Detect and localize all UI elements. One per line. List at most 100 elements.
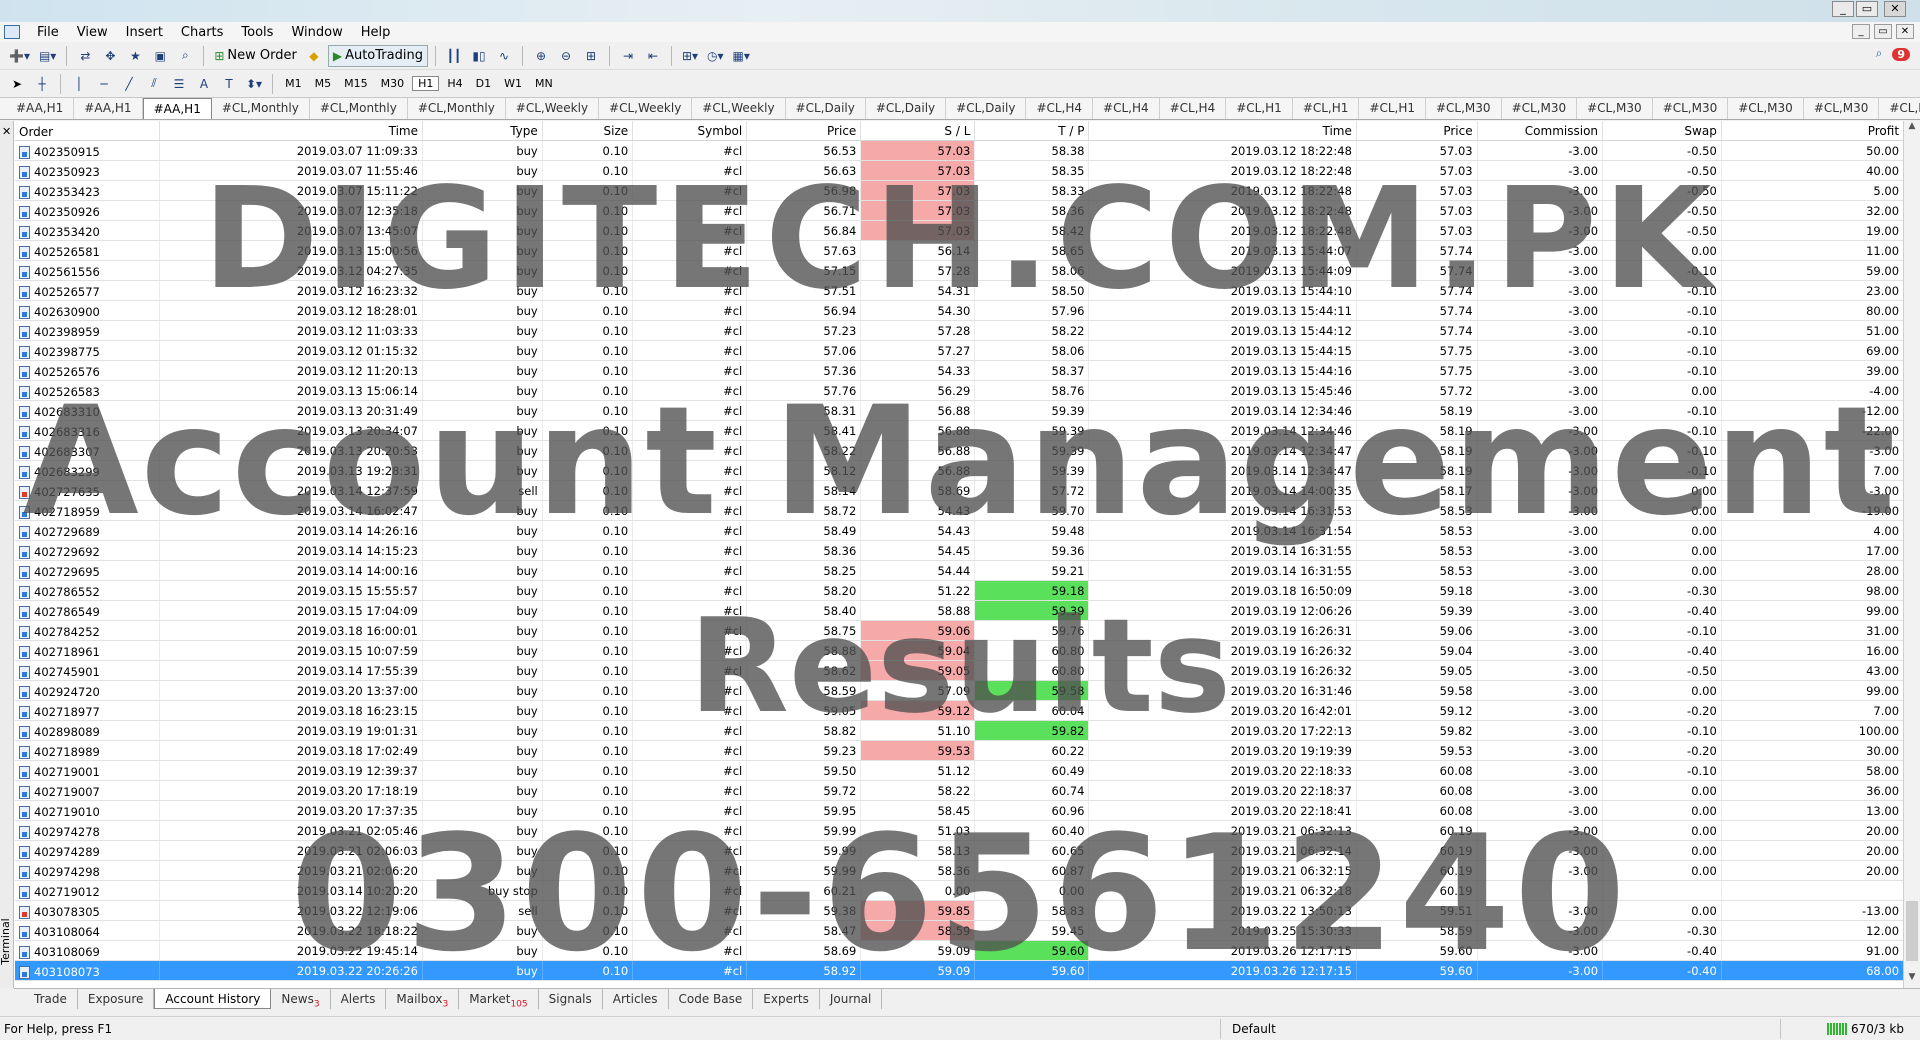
table-row[interactable]: 402561556 2019.03.12 04:27:35 buy 0.10 #cl 57… xyxy=(15,261,1903,281)
line-chart-icon[interactable]: ∿ xyxy=(493,45,515,67)
fibonacci-icon[interactable]: ☰ xyxy=(168,73,190,95)
table-row[interactable]: 402398775 2019.03.12 01:15:32 buy 0.10 #cl 57… xyxy=(15,341,1903,361)
terminal-tab[interactable]: Experts xyxy=(753,989,820,1009)
chart-tab[interactable]: #CL,Monthly xyxy=(310,98,408,119)
new-order-button[interactable]: ⊞ New Order xyxy=(211,45,300,67)
table-row[interactable]: 402974298 2019.03.21 02:06:20 buy 0.10 #cl 59… xyxy=(15,861,1903,881)
table-row[interactable]: 402526581 2019.03.13 15:00:56 buy 0.10 #cl 57… xyxy=(15,241,1903,261)
restore-window-button[interactable]: ▭ xyxy=(1856,1,1878,17)
chart-tab[interactable]: #AA,H1 xyxy=(142,98,212,119)
chart-tab[interactable]: #CL,Monthly xyxy=(408,98,506,119)
close-terminal-icon[interactable]: ✕ xyxy=(2,125,11,138)
table-row[interactable]: 402718961 2019.03.15 10:07:59 buy 0.10 #cl 58… xyxy=(15,641,1903,661)
timeframe-w1[interactable]: W1 xyxy=(499,77,527,90)
table-row[interactable]: 402784252 2019.03.18 16:00:01 buy 0.10 #cl 58… xyxy=(15,621,1903,641)
timeframe-h1[interactable]: H1 xyxy=(412,76,440,91)
periods-icon[interactable]: ◷▾ xyxy=(704,45,727,67)
minimize-window-button[interactable]: _ xyxy=(1832,1,1854,17)
chart-tab[interactable]: #CL,Daily xyxy=(786,98,866,119)
timeframe-h4[interactable]: H4 xyxy=(442,77,467,90)
table-row[interactable]: 402630900 2019.03.12 18:28:01 buy 0.10 #cl 56… xyxy=(15,301,1903,321)
chart-tab[interactable]: #CL,M30 xyxy=(1502,98,1578,119)
table-row[interactable]: 402729692 2019.03.14 14:15:23 buy 0.10 #cl 58… xyxy=(15,541,1903,561)
column-header[interactable]: Type xyxy=(423,121,543,140)
timeframe-m1[interactable]: M1 xyxy=(280,77,307,90)
menu-help[interactable]: Help xyxy=(352,25,400,40)
chart-tab[interactable]: #CL,H1 xyxy=(1226,98,1293,119)
scroll-thumb[interactable] xyxy=(1906,901,1918,961)
table-row[interactable]: 402974289 2019.03.21 02:06:03 buy 0.10 #cl 59… xyxy=(15,841,1903,861)
indicators-icon[interactable]: ⊞▾ xyxy=(679,45,701,67)
column-header[interactable]: Time xyxy=(160,121,423,140)
metaeditor-icon[interactable]: ◆ xyxy=(303,45,325,67)
chart-tab[interactable]: #CL,Weekly xyxy=(599,98,693,119)
terminal-tab[interactable]: News3 xyxy=(271,989,331,1009)
zoom-in-icon[interactable]: ⊕ xyxy=(530,45,552,67)
table-row[interactable]: 402719010 2019.03.20 17:37:35 buy 0.10 #cl 59… xyxy=(15,801,1903,821)
menu-window[interactable]: Window xyxy=(282,25,351,40)
vertical-line-icon[interactable]: │ xyxy=(68,73,90,95)
timeframe-mn[interactable]: MN xyxy=(530,77,558,90)
table-row[interactable]: 402924720 2019.03.20 13:37:00 buy 0.10 #cl 58… xyxy=(15,681,1903,701)
bar-chart-icon[interactable]: ┃┃ xyxy=(443,45,465,67)
terminal-tab[interactable]: Mailbox3 xyxy=(386,989,460,1009)
cursor-icon[interactable]: ➤ xyxy=(6,73,28,95)
table-row[interactable]: 402683299 2019.03.13 19:28:31 buy 0.10 #cl 58… xyxy=(15,461,1903,481)
chart-tab[interactable]: #CL,H4 xyxy=(1160,98,1227,119)
column-header[interactable]: S / L xyxy=(861,121,976,140)
text-label-icon[interactable]: T xyxy=(218,73,240,95)
chart-tab[interactable]: #CL,M15 xyxy=(1879,98,1920,119)
terminal-tab[interactable]: Signals xyxy=(539,989,603,1009)
chart-tab[interactable]: #CL,Monthly xyxy=(212,98,310,119)
column-header[interactable]: Size xyxy=(543,121,634,140)
column-header[interactable]: Price xyxy=(747,121,862,140)
table-row[interactable]: 402353420 2019.03.07 13:45:07 buy 0.10 #cl 56… xyxy=(15,221,1903,241)
market-watch-icon[interactable]: ⇄ xyxy=(74,45,96,67)
zoom-out-icon[interactable]: ⊖ xyxy=(555,45,577,67)
table-row[interactable]: 402718989 2019.03.18 17:02:49 buy 0.10 #cl 59… xyxy=(15,741,1903,761)
table-row[interactable]: 403108064 2019.03.22 18:18:22 buy 0.10 #cl 58… xyxy=(15,921,1903,941)
menu-view[interactable]: View xyxy=(68,25,117,40)
chart-tab[interactable]: #CL,M30 xyxy=(1804,98,1880,119)
tile-windows-icon[interactable]: ⊞ xyxy=(580,45,602,67)
timeframe-m15[interactable]: M15 xyxy=(339,77,373,90)
column-header[interactable]: Time xyxy=(1089,121,1357,140)
chart-tab[interactable]: #CL,H1 xyxy=(1359,98,1426,119)
notifications-icon[interactable]: 9 xyxy=(1892,47,1910,61)
table-row[interactable]: 403078305 2019.03.22 12:19:06 sell 0.10 #cl 5… xyxy=(15,901,1903,921)
terminal-tab[interactable]: Journal xyxy=(820,989,883,1009)
table-row[interactable]: 402718977 2019.03.18 16:23:15 buy 0.10 #cl 59… xyxy=(15,701,1903,721)
table-row[interactable]: 402974278 2019.03.21 02:05:46 buy 0.10 #cl 59… xyxy=(15,821,1903,841)
new-chart-icon[interactable]: ➕▾ xyxy=(6,45,33,67)
chart-tab[interactable]: #CL,H1 xyxy=(1293,98,1360,119)
child-restore-button[interactable]: ▭ xyxy=(1874,24,1892,39)
table-row[interactable]: 402719001 2019.03.19 12:39:37 buy 0.10 #cl 59… xyxy=(15,761,1903,781)
table-row[interactable]: 402786552 2019.03.15 15:55:57 buy 0.10 #cl 58… xyxy=(15,581,1903,601)
table-row[interactable]: 402350915 2019.03.07 11:09:33 buy 0.10 #cl 56… xyxy=(15,141,1903,161)
column-header[interactable]: Profit xyxy=(1722,121,1903,140)
column-header[interactable]: Swap xyxy=(1603,121,1722,140)
table-row[interactable]: 402353423 2019.03.07 15:11:22 buy 0.10 #cl 56… xyxy=(15,181,1903,201)
table-row[interactable]: 402786549 2019.03.15 17:04:09 buy 0.10 #cl 58… xyxy=(15,601,1903,621)
chart-tab[interactable]: #CL,H4 xyxy=(1093,98,1160,119)
autotrading-button[interactable]: ▶ AutoTrading xyxy=(327,44,428,67)
chart-tab[interactable]: #CL,Weekly xyxy=(692,98,786,119)
table-row[interactable]: 402526583 2019.03.13 15:06:14 buy 0.10 #cl 57… xyxy=(15,381,1903,401)
column-header[interactable]: Price xyxy=(1357,121,1478,140)
strategy-tester-icon[interactable]: ⌕ xyxy=(174,45,196,67)
menu-file[interactable]: File xyxy=(28,25,68,40)
table-row[interactable]: 402683316 2019.03.13 20:34:07 buy 0.10 #cl 58… xyxy=(15,421,1903,441)
timeframe-d1[interactable]: D1 xyxy=(471,77,496,90)
column-header[interactable]: Commission xyxy=(1478,121,1604,140)
table-row[interactable]: 402683307 2019.03.13 20:20:53 buy 0.10 #cl 58… xyxy=(15,441,1903,461)
scroll-down-icon[interactable]: ▼ xyxy=(1904,972,1920,988)
chart-tab[interactable]: #CL,M30 xyxy=(1728,98,1804,119)
terminal-tab[interactable]: Code Base xyxy=(669,989,754,1009)
navigator-icon[interactable]: ★ xyxy=(124,45,146,67)
table-row[interactable]: 402719007 2019.03.20 17:18:19 buy 0.10 #cl 59… xyxy=(15,781,1903,801)
templates-icon[interactable]: ▦▾ xyxy=(730,45,753,67)
table-row[interactable]: 402350923 2019.03.07 11:55:46 buy 0.10 #cl 56… xyxy=(15,161,1903,181)
arrows-icon[interactable]: ⬍▾ xyxy=(243,73,265,95)
search-icon[interactable]: ⌕ xyxy=(1876,46,1883,61)
table-row[interactable]: 402350926 2019.03.07 12:35:18 buy 0.10 #cl 56… xyxy=(15,201,1903,221)
